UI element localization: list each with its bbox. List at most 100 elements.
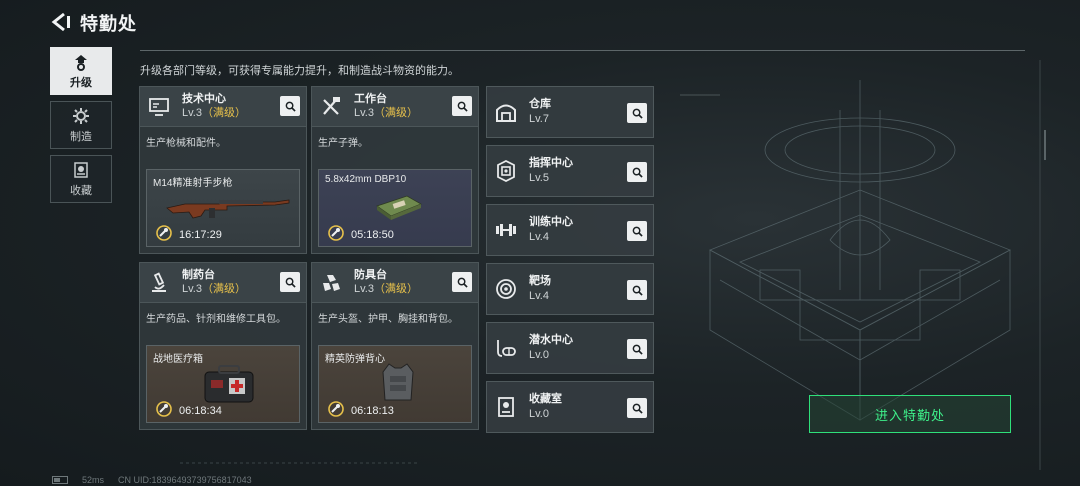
search-icon (632, 108, 643, 119)
warehouse-icon (493, 99, 519, 125)
chip-icon (493, 158, 519, 184)
production-slot[interactable]: 战地医疗箱 06:18:34 (146, 345, 300, 423)
diving-icon (493, 335, 519, 361)
search-button[interactable] (627, 162, 647, 182)
facility-name: 潜水中心 (529, 334, 573, 346)
armor-vest-image (382, 363, 414, 401)
department-level: Lv.3 (354, 107, 374, 119)
search-button[interactable] (280, 272, 300, 292)
collection-room-icon (493, 394, 519, 420)
facility-level: Lv.0 (529, 349, 549, 361)
search-button[interactable] (627, 103, 647, 123)
search-icon (457, 101, 468, 112)
facility-card-training-center[interactable]: 训练中心 Lv.4 (486, 204, 654, 256)
tools-icon (318, 94, 344, 120)
production-item-name: 精英防弹背心 (325, 354, 385, 365)
status-footer: 52ms CN UID:18396493739756817043 (52, 475, 252, 485)
ping-indicator: 52ms (82, 475, 105, 485)
production-timer: 06:18:34 (179, 405, 222, 417)
department-description: 生产枪械和配件。 (146, 138, 226, 149)
department-card-armor-bench[interactable]: 防具台 Lv.3（满级） 生产头盔、护甲、胸挂和背包。 精英防弹背心 06:18… (311, 262, 479, 430)
department-level: Lv.3 (182, 283, 202, 295)
wrench-timer-icon (328, 401, 344, 417)
facility-level: Lv.4 (529, 290, 549, 302)
production-timer: 16:17:29 (179, 229, 222, 241)
back-arrow-icon[interactable] (50, 12, 72, 32)
enter-special-ops-button[interactable]: 进入特勤处 (809, 395, 1011, 433)
user-uid: CN UID:18396493739756817043 (118, 475, 252, 485)
card-header: 工作台 Lv.3（满级） (312, 87, 478, 127)
production-timer: 05:18:50 (351, 229, 394, 241)
ammo-box-image (376, 195, 422, 220)
production-timer: 06:18:13 (351, 405, 394, 417)
tab-collection-label: 收藏 (70, 184, 92, 197)
search-icon (632, 167, 643, 178)
search-button[interactable] (627, 280, 647, 300)
max-level-badge: （满级） (201, 283, 246, 295)
collection-icon (74, 161, 88, 178)
card-header: 技术中心 Lv.3（满级） (140, 87, 306, 127)
production-item-name: 战地医疗箱 (153, 354, 203, 365)
department-card-tech-center[interactable]: 技术中心 Lv.3（满级） 生产枪械和配件。 M14精准射手步枪 16:17:2… (139, 86, 307, 254)
search-icon (632, 344, 643, 355)
page-description: 升级各部门等级，可获得专属能力提升，和制造战斗物资的能力。 (140, 65, 459, 77)
search-button[interactable] (627, 339, 647, 359)
dumbbell-icon (493, 217, 519, 243)
production-slot[interactable]: 5.8x42mm DBP10 05:18:50 (318, 169, 472, 247)
tab-craft-label: 制造 (70, 130, 92, 143)
base-hologram (709, 80, 1011, 421)
page-title: 特勤处 (80, 14, 137, 34)
card-header: 制药台 Lv.3（满级） (140, 263, 306, 303)
search-icon (457, 277, 468, 288)
department-card-pharmacy[interactable]: 制药台 Lv.3（满级） 生产药品、针剂和维修工具包。 战地医疗箱 06:18:… (139, 262, 307, 430)
department-description: 生产头盔、护甲、胸挂和背包。 (318, 314, 458, 325)
tab-upgrade[interactable]: 升级 (50, 47, 112, 95)
monitor-icon (146, 94, 172, 120)
department-description: 生产药品、针剂和维修工具包。 (146, 314, 286, 325)
facility-name: 仓库 (529, 98, 551, 110)
search-button[interactable] (452, 96, 472, 116)
department-name: 工作台 (354, 93, 387, 105)
search-icon (285, 277, 296, 288)
facility-card-shooting-range[interactable]: 靶场 Lv.4 (486, 263, 654, 315)
rifle-image (166, 199, 290, 219)
production-slot[interactable]: M14精准射手步枪 16:17:29 (146, 169, 300, 247)
facility-level: Lv.7 (529, 113, 549, 125)
tab-upgrade-label: 升级 (70, 76, 92, 89)
medical-kit-image (204, 365, 254, 403)
search-icon (632, 403, 643, 414)
department-description: 生产子弹。 (318, 138, 368, 149)
max-level-badge: （满级） (373, 283, 418, 295)
gear-icon (73, 107, 89, 124)
search-button[interactable] (627, 221, 647, 241)
facility-level: Lv.4 (529, 231, 549, 243)
facility-card-collection-room[interactable]: 收藏室 Lv.0 (486, 381, 654, 433)
facility-card-command-center[interactable]: 指挥中心 Lv.5 (486, 145, 654, 197)
department-name: 技术中心 (182, 93, 226, 105)
armor-icon (318, 270, 344, 296)
facility-level: Lv.5 (529, 172, 549, 184)
wrench-timer-icon (156, 401, 172, 417)
facility-card-diving-center[interactable]: 潜水中心 Lv.0 (486, 322, 654, 374)
search-button[interactable] (280, 96, 300, 116)
department-card-workbench[interactable]: 工作台 Lv.3（满级） 生产子弹。 5.8x42mm DBP10 05:18:… (311, 86, 479, 254)
target-icon (493, 276, 519, 302)
facility-level: Lv.0 (529, 408, 549, 420)
card-header: 防具台 Lv.3（满级） (312, 263, 478, 303)
search-button[interactable] (627, 398, 647, 418)
search-button[interactable] (452, 272, 472, 292)
production-item-name: 5.8x42mm DBP10 (325, 174, 407, 185)
wrench-timer-icon (156, 225, 172, 241)
search-icon (285, 101, 296, 112)
department-level: Lv.3 (354, 283, 374, 295)
facility-name: 指挥中心 (529, 157, 573, 169)
tab-collection[interactable]: 收藏 (50, 155, 112, 203)
production-slot[interactable]: 精英防弹背心 06:18:13 (318, 345, 472, 423)
department-name: 制药台 (182, 269, 215, 281)
tab-craft[interactable]: 制造 (50, 101, 112, 149)
battery-icon (52, 476, 68, 484)
microscope-icon (146, 270, 172, 296)
facility-name: 靶场 (529, 275, 551, 287)
wrench-timer-icon (328, 225, 344, 241)
facility-card-warehouse[interactable]: 仓库 Lv.7 (486, 86, 654, 138)
